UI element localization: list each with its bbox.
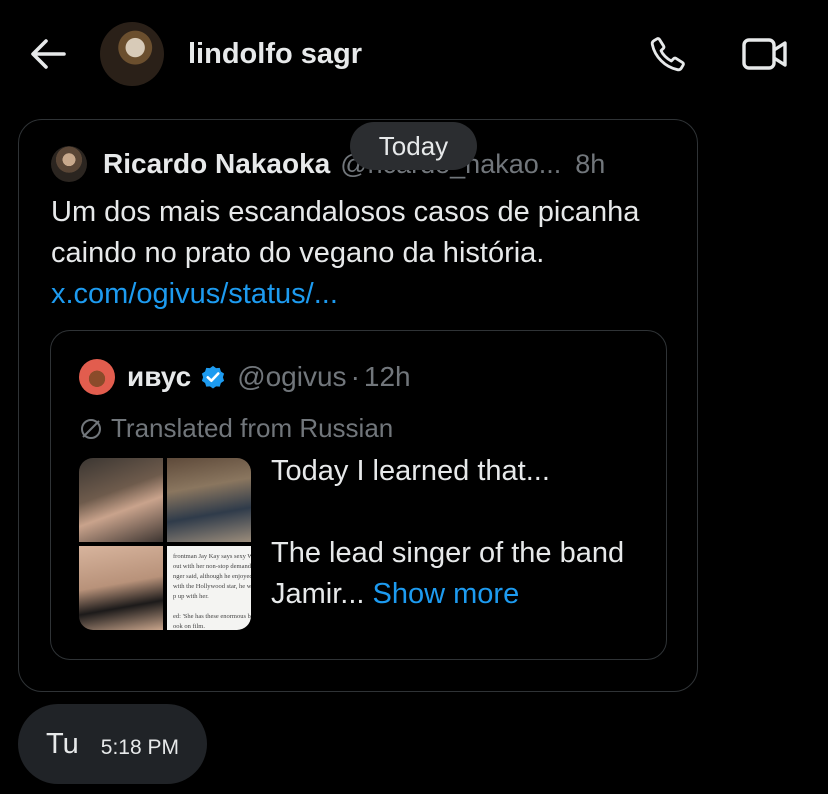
quoted-media-grid[interactable]: frontman Jay Kay says sexy Winona out wi…: [79, 458, 251, 630]
message-timestamp: 5:18 PM: [100, 736, 179, 759]
media-thumbnail[interactable]: [167, 458, 251, 542]
article-snippet-text: frontman Jay Kay says sexy Winona out wi…: [173, 553, 251, 630]
quoted-author-row: ивус @ogivus · 12h: [79, 357, 411, 397]
message-text: Tu: [46, 727, 79, 760]
translated-text: Translated from Russian: [111, 413, 394, 443]
verified-badge-icon: [199, 363, 227, 391]
contact-avatar[interactable]: [100, 22, 164, 86]
quoted-timestamp: 12h: [363, 361, 411, 392]
media-thumbnail-article[interactable]: frontman Jay Kay says sexy Winona out wi…: [167, 546, 251, 630]
translate-globe-icon: [79, 417, 103, 441]
show-more-link[interactable]: Show more: [373, 578, 520, 610]
conversation-header: lindolfo sagr: [0, 0, 828, 108]
tweet-author-name[interactable]: Ricardo Nakaoka: [103, 148, 330, 180]
arrow-left-icon: [31, 39, 66, 69]
call-button[interactable]: [646, 32, 690, 76]
quoted-author-handle: @ogivus: [237, 361, 347, 392]
tweet-author-avatar[interactable]: [51, 146, 87, 182]
shared-tweet-card[interactable]: Ricardo Nakaoka @ricardo_nakao... 8h Um …: [18, 119, 698, 692]
phone-icon: [650, 37, 685, 72]
quoted-author-avatar[interactable]: [79, 359, 115, 395]
tweet-text: Um dos mais escandalosos casos de picanh…: [51, 192, 671, 315]
date-separator: Today: [350, 122, 477, 170]
tweet-link[interactable]: x.com/ogivus/status/...: [51, 278, 338, 310]
tweet-body: Um dos mais escandalosos casos de picanh…: [51, 196, 640, 269]
contact-name[interactable]: lindolfo sagr: [188, 34, 362, 74]
quoted-tweet-card[interactable]: ивус @ogivus · 12h Translated from Russi…: [50, 330, 667, 660]
quoted-text-line2-wrap: The lead singer of the band Jamir... Sho…: [271, 533, 651, 615]
media-thumbnail[interactable]: [79, 458, 163, 542]
message-bubble[interactable]: Tu 5:18 PM: [18, 704, 207, 784]
back-button[interactable]: [28, 34, 68, 74]
tweet-timestamp: 8h: [575, 148, 606, 179]
media-thumbnail[interactable]: [79, 546, 163, 630]
quoted-tweet-text: Today I learned that... The lead singer …: [271, 451, 651, 615]
quoted-text-line1: Today I learned that...: [271, 455, 550, 487]
video-camera-icon: [742, 38, 787, 70]
video-call-button[interactable]: [740, 32, 790, 76]
translated-label: Translated from Russian: [79, 413, 393, 444]
separator-dot: ·: [350, 361, 360, 392]
quoted-author-name[interactable]: ивус: [127, 361, 191, 393]
